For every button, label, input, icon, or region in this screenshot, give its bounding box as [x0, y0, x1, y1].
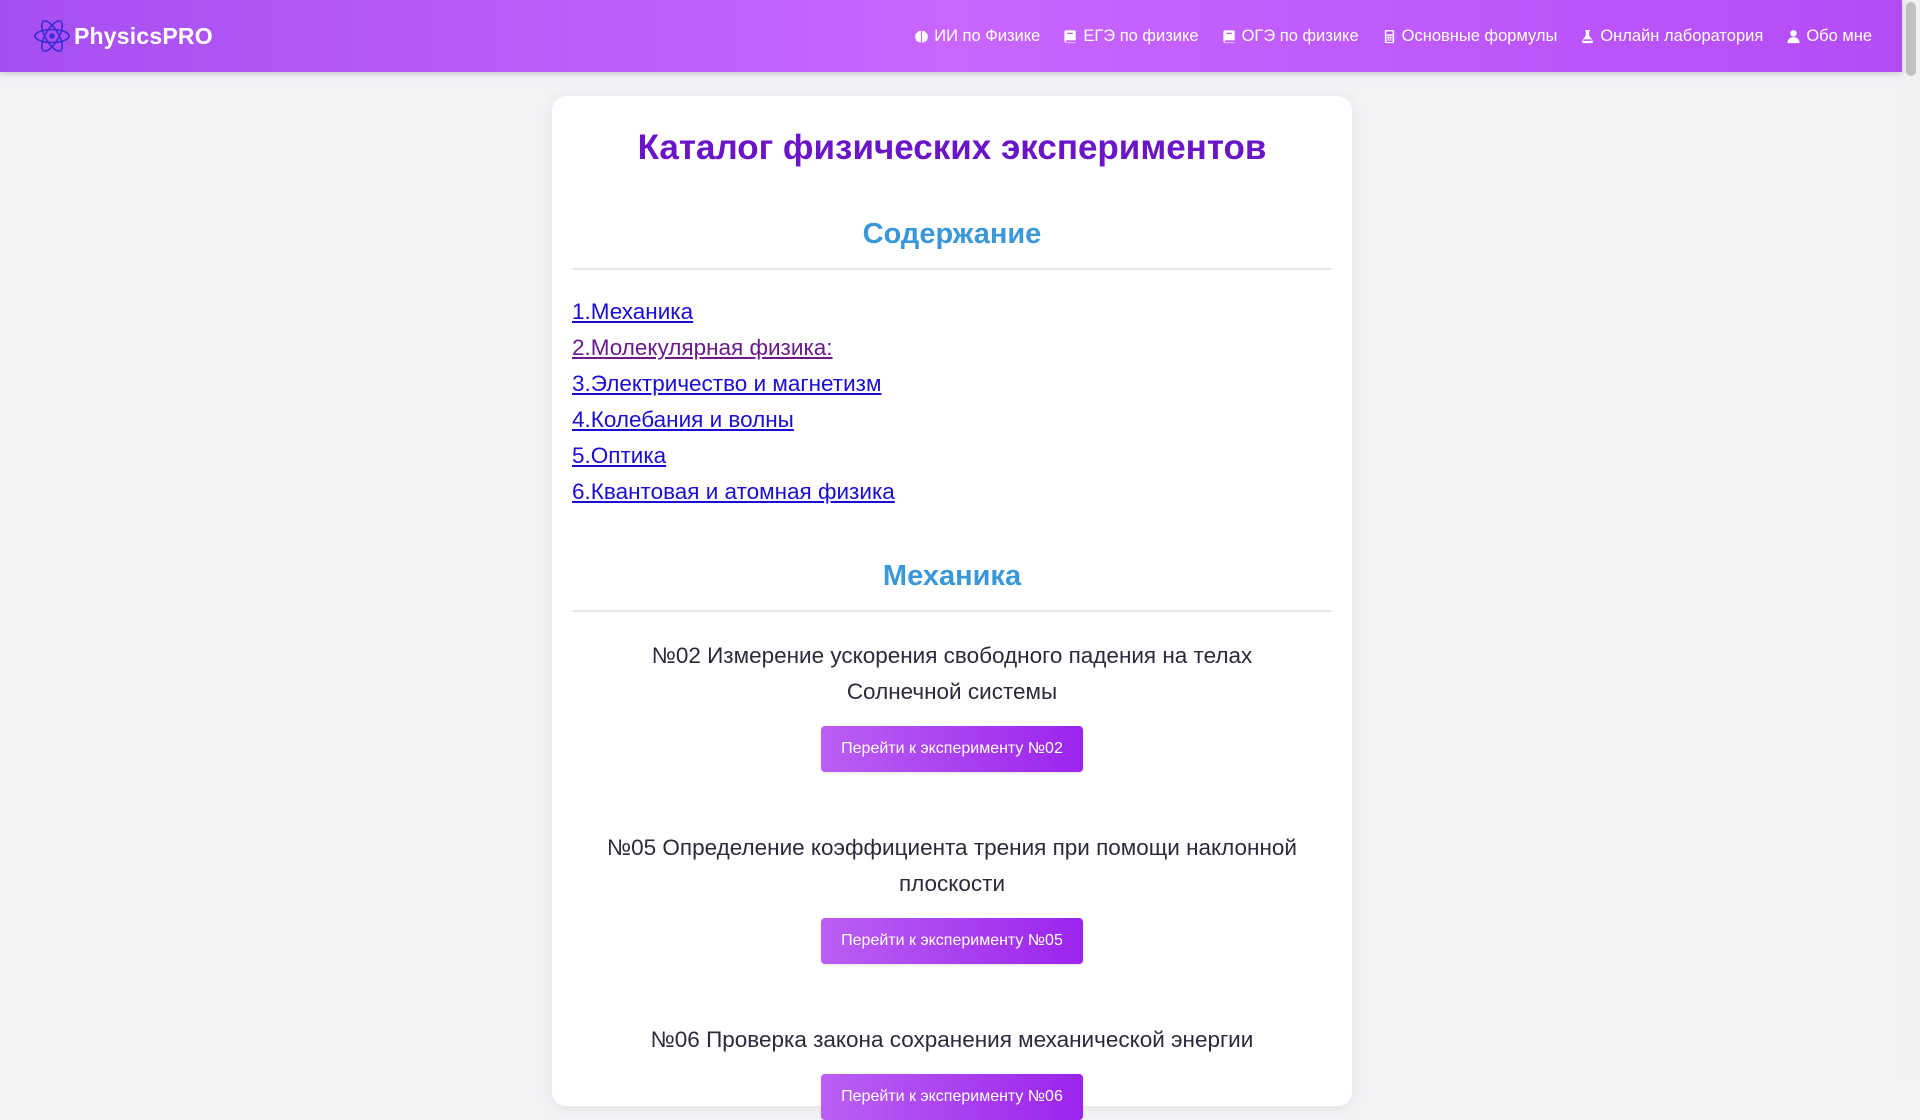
toc-heading: Содержание: [862, 218, 1042, 250]
user-icon: [1787, 29, 1800, 43]
toc-link-electricity-magnetism[interactable]: 3.Электричество и магнетизм: [572, 371, 881, 396]
experiment-item: №02 Измерение ускорения свободного паден…: [572, 638, 1332, 772]
nav-link-label: Основные формулы: [1401, 26, 1558, 45]
brand-name: PhysicsPRO: [74, 22, 213, 49]
nav-link-about[interactable]: Обо мне: [1786, 27, 1872, 46]
experiment-item: №06 Проверка закона сохранения механичес…: [572, 1022, 1332, 1120]
nav-link-label: ЕГЭ по физике: [1083, 26, 1199, 45]
toc-divider: [572, 268, 1332, 270]
catalog-card: Каталог физических экспериментов Содержа…: [552, 96, 1352, 1120]
nav-link-label: Обо мне: [1806, 26, 1872, 45]
toc-link-optics[interactable]: 5.Оптика: [572, 443, 666, 468]
nav-link-label: ИИ по Физике: [934, 26, 1041, 45]
experiment-title: №02 Измерение ускорения свободного паден…: [651, 643, 1253, 704]
nav-link-label: Онлайн лаборатория: [1600, 26, 1764, 45]
book-icon: [1064, 29, 1076, 43]
nav-link-ege[interactable]: ЕГЭ по физике: [1063, 26, 1199, 46]
scrollbar-thumb[interactable]: [1906, 2, 1916, 76]
nav-link-formulas[interactable]: Основные формулы: [1382, 26, 1558, 46]
toc-link-quantum-atomic[interactable]: 6.Квантовая и атомная физика: [572, 479, 895, 504]
page-title: Каталог физических экспериментов: [637, 128, 1267, 167]
calculator-icon: [1384, 29, 1394, 43]
go-to-experiment-05-button[interactable]: Перейти к эксперименту №05: [821, 918, 1083, 964]
mechanics-divider: [572, 610, 1332, 612]
table-of-contents: 1.Механика 2.Молекулярная физика: 3.Элек…: [572, 294, 1332, 510]
toc-item: 2.Молекулярная физика:: [572, 330, 1332, 366]
flask-icon: [1582, 29, 1594, 43]
nav-links: ИИ по Физике ЕГЭ по физике ОГЭ по физике: [914, 27, 1872, 46]
toc-link-oscillations-waves[interactable]: 4.Колебания и волны: [572, 407, 794, 432]
go-to-experiment-02-button[interactable]: Перейти к эксперименту №02: [821, 726, 1083, 772]
go-to-experiment-06-button[interactable]: Перейти к эксперименту №06: [821, 1074, 1083, 1120]
nav-link-label: ОГЭ по физике: [1241, 26, 1359, 45]
nav-link-online-lab[interactable]: Онлайн лаборатория: [1580, 27, 1763, 46]
toc-link-molecular-physics[interactable]: 2.Молекулярная физика:: [572, 335, 833, 360]
toc-link-mechanics[interactable]: 1.Механика: [572, 299, 693, 324]
nav-link-ai-physics[interactable]: ИИ по Физике: [914, 27, 1040, 46]
experiment-item: №05 Определение коэффициента трения при …: [572, 830, 1332, 964]
toc-item: 3.Электричество и магнетизм: [572, 366, 1332, 402]
mechanics-heading: Механика: [882, 560, 1022, 592]
atom-logo-icon: [34, 20, 70, 52]
top-navbar: PhysicsPRO ИИ по Физике ЕГЭ по физике ОГ…: [0, 0, 1902, 72]
toc-item: 6.Квантовая и атомная физика: [572, 474, 1332, 510]
nav-link-oge[interactable]: ОГЭ по физике: [1222, 27, 1359, 46]
toc-item: 5.Оптика: [572, 438, 1332, 474]
toc-item: 4.Колебания и волны: [572, 402, 1332, 438]
brand-logo-link[interactable]: PhysicsPRO: [32, 16, 213, 56]
experiment-title: №06 Проверка закона сохранения механичес…: [650, 1027, 1254, 1052]
toc-item: 1.Механика: [572, 294, 1332, 330]
book-icon: [1222, 29, 1235, 43]
brain-icon: [915, 30, 929, 43]
experiment-title: №05 Определение коэффициента трения при …: [607, 835, 1297, 896]
page-scrollbar[interactable]: [1902, 0, 1920, 1080]
